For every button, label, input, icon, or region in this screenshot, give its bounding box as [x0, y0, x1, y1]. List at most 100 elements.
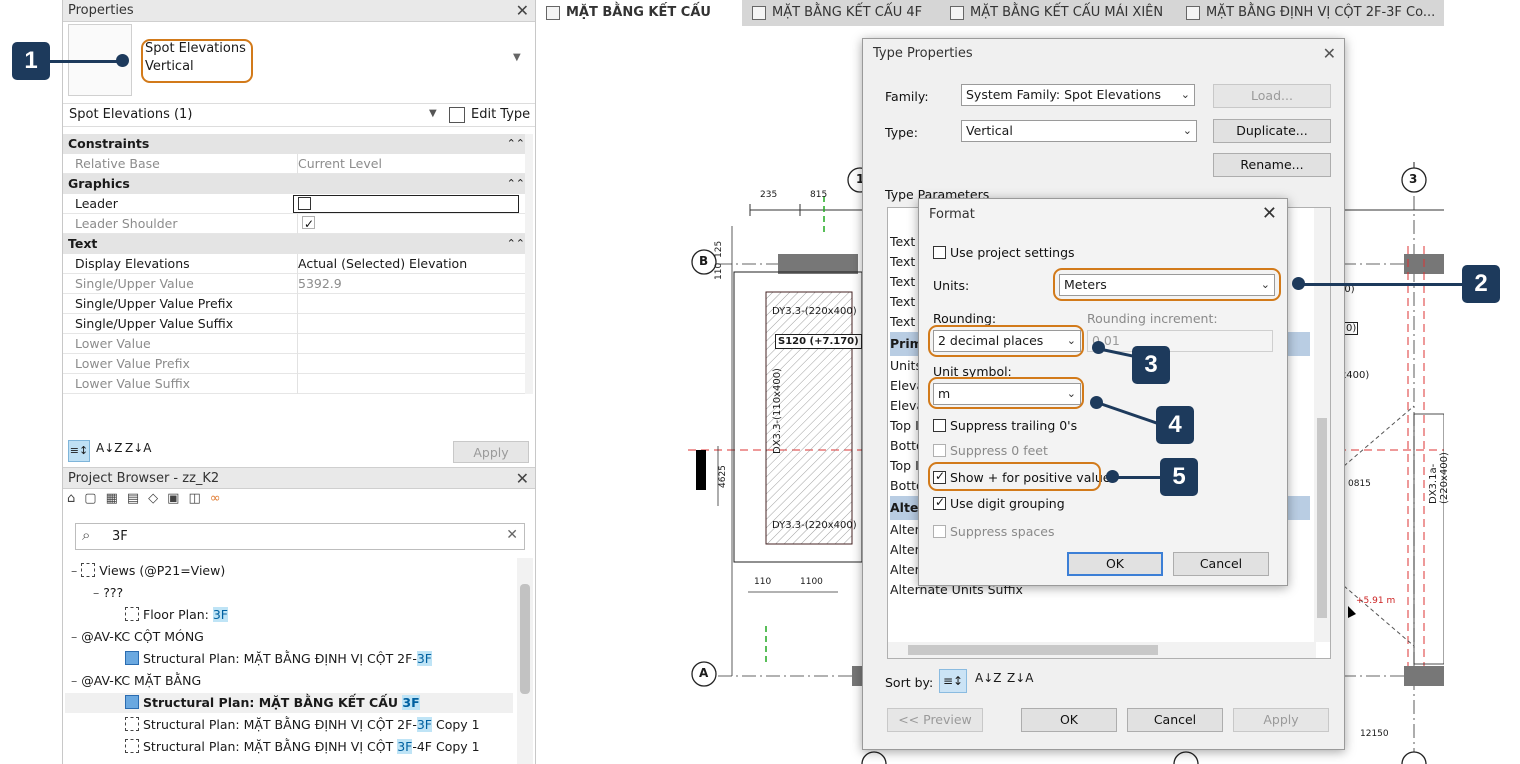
type-dropdown[interactable]: Vertical ⌄	[961, 120, 1197, 142]
sort-az-icon[interactable]: A↓Z	[975, 671, 1001, 685]
leader-checkbox-cell[interactable]	[293, 195, 519, 213]
close-icon[interactable]: ✕	[1323, 44, 1336, 63]
sort-az-icon[interactable]: A↓Z	[96, 441, 122, 455]
suppress-trailing-checkbox[interactable]: Suppress trailing 0's	[933, 418, 1077, 433]
apply-button[interactable]: Apply	[453, 441, 529, 463]
tab-dinh-vi-cot[interactable]: MẶT BẰNG ĐỊNH VỊ CỘT 2F-3F Co...	[1178, 0, 1444, 26]
leader-checkbox[interactable]	[298, 197, 311, 210]
tab-ket-cau-3f[interactable]: MẶT BẰNG KẾT CẤU 3F✕	[538, 0, 742, 46]
home-icon[interactable]: ⌂	[67, 491, 84, 506]
tree-label: Structural Plan: MẶT BẰNG ĐỊNH VỊ CỘT	[143, 739, 398, 754]
params-hscrollbar[interactable]	[888, 642, 1316, 658]
format-cancel-button[interactable]: Cancel	[1173, 552, 1269, 576]
group-icon[interactable]: ▣	[167, 491, 188, 506]
format-ok-button[interactable]: OK	[1067, 552, 1163, 576]
row-value	[297, 374, 533, 394]
use-project-settings-checkbox[interactable]: Use project settings	[933, 245, 1075, 260]
chevron-down-icon[interactable]: ▼	[429, 108, 437, 119]
sort-za-icon[interactable]: Z↓A	[125, 441, 151, 455]
collapse-icon[interactable]: ⌃⌃	[507, 234, 525, 254]
browser-search[interactable]: ⌕ 3F ✕	[75, 523, 525, 550]
view-tabs: MẶT BẰNG KẾT CẤU 3F✕ MẶT BẰNG KẾT CẤU 4F…	[538, 0, 1444, 46]
beam-tag: DX3.3-(110x400)	[772, 368, 783, 454]
instance-selector[interactable]: Spot Elevations (1)	[69, 107, 192, 122]
duplicate-button[interactable]: Duplicate...	[1213, 119, 1331, 143]
leader-shoulder-checkbox	[302, 214, 315, 234]
properties-scrollbar[interactable]	[525, 134, 533, 394]
spot-elevation-tag[interactable]: S120 (+7.170)	[775, 334, 862, 349]
callout-ring-5	[928, 462, 1101, 491]
row-leader: Leader	[63, 194, 533, 214]
tree-item-dinh-vi-copy[interactable]: Structural Plan: MẶT BẰNG ĐỊNH VỊ CỘT 2F…	[125, 716, 480, 734]
row-value[interactable]	[297, 314, 533, 334]
family-dropdown[interactable]: System Family: Spot Elevations ⌄	[961, 84, 1195, 106]
group-text[interactable]: Text ⌃⌃	[63, 234, 533, 254]
tree-node-av-kc-cot-mong[interactable]: – @AV-KC CỘT MÓNG	[71, 628, 204, 646]
chevron-down-icon[interactable]: ▼	[513, 52, 521, 63]
clear-search-icon[interactable]: ✕	[506, 527, 518, 543]
sheet-icon[interactable]: ▤	[127, 491, 148, 506]
scroll-thumb[interactable]	[908, 645, 1158, 655]
search-highlight: 3F	[416, 717, 432, 732]
schedule-icon[interactable]: ▦	[106, 491, 127, 506]
row-upper-suffix[interactable]: Single/Upper Value Suffix	[63, 314, 533, 334]
project-browser-title: Project Browser - zz_K2	[68, 471, 220, 486]
digit-grouping-checkbox[interactable]: Use digit grouping	[933, 495, 1065, 511]
plan-view-icon	[546, 6, 560, 20]
spot-elevation-value: +5.91 m	[1356, 596, 1396, 606]
edit-type-icon[interactable]	[449, 107, 465, 123]
suppress-feet-checkbox: Suppress 0 feet	[933, 443, 1048, 458]
view-icon[interactable]: ▢	[84, 491, 105, 506]
collapse-icon[interactable]: ⌃⌃	[507, 134, 525, 154]
row-value[interactable]: Actual (Selected) Elevation	[297, 254, 533, 274]
close-icon[interactable]: ✕	[1262, 203, 1277, 224]
link-view-icon[interactable]: ◫	[188, 491, 209, 506]
close-icon[interactable]: ✕	[516, 2, 529, 20]
tree-item-ket-cau-3f[interactable]: Structural Plan: MẶT BẰNG KẾT CẤU 3F	[125, 694, 420, 712]
scroll-thumb[interactable]	[520, 584, 530, 694]
group-label: Text	[68, 236, 98, 251]
sort-grouped-icon[interactable]: ≡↕	[68, 440, 90, 462]
ok-button[interactable]: OK	[1021, 708, 1117, 732]
tab-ket-cau-4f[interactable]: MẶT BẰNG KẾT CẤU 4F	[744, 0, 940, 26]
group-constraints[interactable]: Constraints ⌃⌃	[63, 134, 533, 154]
tree-item-floor-plan-3f[interactable]: Floor Plan: 3F	[125, 606, 229, 624]
callout-ring-3	[928, 325, 1084, 357]
callout-badge-2: 2	[1462, 265, 1500, 303]
callout-badge-4: 4	[1156, 406, 1194, 444]
tab-ket-cau-mai-xien[interactable]: MẶT BẰNG KẾT CẤU MÁI XIÊN	[942, 0, 1176, 26]
row-upper-prefix[interactable]: Single/Upper Value Prefix	[63, 294, 533, 314]
tree-node-views[interactable]: – Views (@P21=View)	[71, 562, 225, 580]
row-display-elevations[interactable]: Display Elevations Actual (Selected) Elev…	[63, 254, 533, 274]
collapse-icon[interactable]: ⌃⌃	[507, 174, 525, 194]
value-text: 5392.9	[298, 276, 342, 291]
row-value[interactable]	[297, 294, 533, 314]
tree-node-av-kc-mat-bang[interactable]: – @AV-KC MẶT BẰNG	[71, 672, 201, 690]
type-label: Type:	[885, 125, 918, 140]
edit-type-button[interactable]: Edit Type	[471, 107, 530, 122]
dim-text: 125	[714, 240, 724, 258]
tree-item-dinh-vi-34-copy[interactable]: Structural Plan: MẶT BẰNG ĐỊNH VỊ CỘT 3F…	[125, 738, 480, 756]
load-button[interactable]: Load...	[1213, 84, 1331, 108]
link-icon[interactable]: ∞	[210, 491, 230, 506]
search-input[interactable]: 3F	[112, 529, 128, 544]
close-icon[interactable]: ✕	[516, 470, 529, 488]
tree-label-suffix: -4F Copy 1	[412, 739, 480, 754]
params-vscrollbar[interactable]	[1314, 208, 1330, 642]
tree-item-dinh-vi-cot[interactable]: Structural Plan: MẶT BẰNG ĐỊNH VỊ CỘT 2F…	[125, 650, 432, 668]
instance-selector-bar: Spot Elevations (1) ▼ Edit Type	[63, 103, 535, 127]
callout-ring-4	[928, 377, 1084, 409]
group-graphics[interactable]: Graphics ⌃⌃	[63, 174, 533, 194]
preview-button[interactable]: << Preview	[887, 708, 983, 732]
row-key: Display Elevations	[75, 256, 190, 271]
callout-line-2	[1302, 283, 1464, 286]
apply-button[interactable]: Apply	[1233, 708, 1329, 732]
family-icon[interactable]: ◇	[148, 491, 167, 506]
tree-node-unknown[interactable]: – ???	[93, 584, 123, 602]
sort-za-icon[interactable]: Z↓A	[1007, 671, 1033, 685]
rename-button[interactable]: Rename...	[1213, 153, 1331, 177]
browser-scrollbar[interactable]	[517, 558, 533, 764]
scroll-thumb[interactable]	[1317, 418, 1327, 618]
sort-grouped-icon[interactable]: ≡↕	[939, 669, 967, 693]
cancel-button[interactable]: Cancel	[1127, 708, 1223, 732]
